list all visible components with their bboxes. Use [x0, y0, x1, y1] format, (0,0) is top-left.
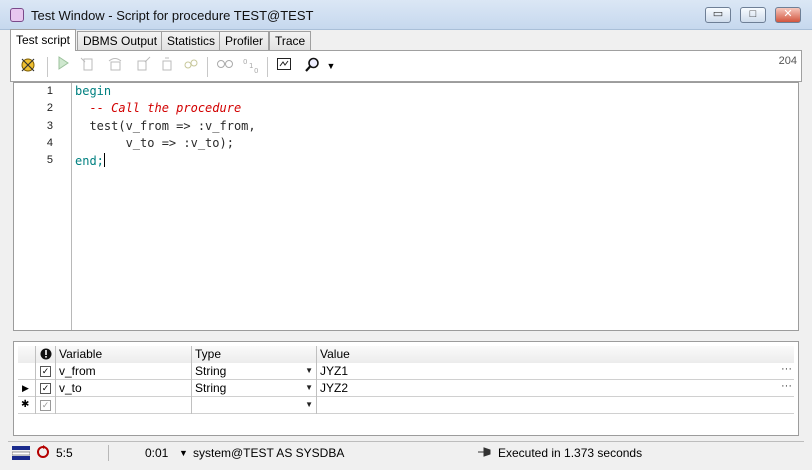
variable-cell[interactable] [56, 397, 192, 414]
table-row-new[interactable]: ✱ ✓ ▼ [18, 397, 794, 414]
code-line: -- Call the procedure [75, 101, 241, 115]
svg-text:1: 1 [249, 62, 253, 70]
row-indicator: ✱ [18, 397, 36, 414]
procedure-call: test(v_from => :v_from, [89, 119, 256, 133]
keyword-end: end; [75, 154, 104, 168]
toolbar: 010 ▼ 204 [10, 50, 802, 82]
type-value: String [195, 364, 227, 378]
connection-dropdown-icon[interactable]: ▼ [179, 448, 188, 458]
code-editor[interactable]: 1 2 3 4 5 begin -- Call the procedure te… [13, 82, 799, 331]
value-cell[interactable] [317, 397, 794, 414]
svg-text:0: 0 [243, 58, 247, 66]
step-out-icon[interactable] [133, 56, 153, 76]
procedure-call-args: v_to => :v_to); [125, 136, 234, 150]
value-column-header[interactable]: Value [317, 346, 794, 363]
enabled-checkbox-cell[interactable]: ✓ [36, 363, 56, 380]
line-number: 2 [46, 102, 53, 114]
find-icon[interactable] [303, 56, 323, 76]
variables-grid: Variable Type Value ✓ v_from String ▼ JYZ… [13, 341, 799, 436]
text-caret [103, 153, 105, 167]
pane-splitter[interactable] [10, 333, 802, 339]
window-list-icon[interactable] [11, 445, 31, 464]
line-number-gutter: 1 2 3 4 5 [14, 83, 72, 330]
value-text: JYZ2 [320, 381, 349, 395]
line-number: 3 [46, 120, 53, 132]
row-indicator [18, 363, 36, 380]
close-button[interactable]: ✕ [775, 7, 801, 23]
tab-dbms-output[interactable]: DBMS Output [77, 31, 164, 50]
code-line: v_to => :v_to); [75, 136, 234, 150]
cursor-position: 5:5 [56, 446, 73, 460]
step-into-icon[interactable] [77, 56, 97, 76]
connection-label[interactable]: system@TEST AS SYSDBA [193, 446, 344, 460]
type-dropdown-icon[interactable]: ▼ [305, 397, 313, 413]
refresh-icon[interactable] [36, 445, 50, 462]
code-line: end; [75, 153, 105, 168]
dbms-output-icon[interactable] [274, 56, 294, 76]
dropdown-icon[interactable]: ▼ [325, 56, 337, 76]
code-line: begin [75, 84, 111, 98]
table-row[interactable]: ✓ v_from String ▼ JYZ1 ··· [18, 363, 794, 380]
variable-cell[interactable]: v_to [56, 380, 192, 397]
elapsed-time: 0:01 [145, 446, 169, 460]
grid-header-row: Variable Type Value [18, 346, 794, 363]
enabled-checkbox-cell[interactable]: ✓ [36, 380, 56, 397]
minimize-button[interactable]: ▭ [705, 7, 731, 23]
tab-test-script[interactable]: Test script [10, 29, 77, 51]
info-icon [36, 346, 56, 363]
status-bar: 5:5 0:01 ▼ system@TEST AS SYSDBA Execute… [8, 441, 804, 463]
toggle-breakpoint-values-icon[interactable]: 010 [241, 56, 261, 76]
type-dropdown-icon[interactable]: ▼ [305, 380, 313, 396]
code-comment: -- Call the procedure [89, 101, 242, 115]
line-number: 4 [46, 137, 53, 149]
enabled-checkbox[interactable]: ✓ [40, 383, 51, 394]
variable-column-header[interactable]: Variable [56, 346, 192, 363]
test-window-icon [10, 8, 24, 22]
type-cell[interactable]: String ▼ [192, 380, 317, 397]
table-row[interactable]: ▶ ✓ v_to String ▼ JYZ2 ··· [18, 380, 794, 397]
variable-cell[interactable]: v_from [56, 363, 192, 380]
tab-profiler[interactable]: Profiler [219, 31, 270, 50]
pin-icon [478, 446, 494, 461]
execute-icon[interactable] [53, 56, 73, 76]
enabled-checkbox[interactable]: ✓ [40, 400, 51, 411]
tab-statistics[interactable]: Statistics [161, 31, 222, 50]
ellipsis-button[interactable]: ··· [781, 363, 792, 377]
window-title: Test Window - Script for procedure TEST@… [31, 8, 314, 23]
row-indicator: ▶ [18, 380, 36, 397]
type-cell[interactable]: String ▼ [192, 363, 317, 380]
debug-start-icon[interactable] [18, 56, 38, 76]
enabled-checkbox-cell[interactable]: ✓ [36, 397, 56, 414]
step-over-icon[interactable] [105, 56, 125, 76]
toggle-watches-icon[interactable] [181, 56, 201, 76]
svg-text:0: 0 [254, 67, 258, 74]
value-cell[interactable]: JYZ2 ··· [317, 380, 794, 397]
ellipsis-button[interactable]: ··· [781, 380, 792, 394]
type-cell[interactable]: ▼ [192, 397, 317, 414]
value-cell[interactable]: JYZ1 ··· [317, 363, 794, 380]
enabled-checkbox[interactable]: ✓ [40, 366, 51, 377]
line-counter: 204 [778, 55, 797, 67]
type-column-header[interactable]: Type [192, 346, 317, 363]
run-to-exception-icon[interactable] [157, 56, 177, 76]
toggle-values-icon[interactable] [215, 56, 235, 76]
keyword-begin: begin [75, 84, 112, 98]
tab-trace[interactable]: Trace [269, 31, 312, 50]
code-line: test(v_from => :v_from, [75, 119, 256, 133]
value-text: JYZ1 [320, 364, 349, 378]
type-dropdown-icon[interactable]: ▼ [305, 363, 313, 379]
type-value: String [195, 381, 227, 395]
row-indicator-header [18, 346, 36, 363]
line-number: 5 [46, 154, 53, 166]
title-bar: Test Window - Script for procedure TEST@… [0, 0, 812, 30]
execution-message: Executed in 1.373 seconds [498, 446, 643, 460]
line-number: 1 [46, 85, 53, 97]
maximize-button[interactable]: □ [740, 7, 766, 23]
